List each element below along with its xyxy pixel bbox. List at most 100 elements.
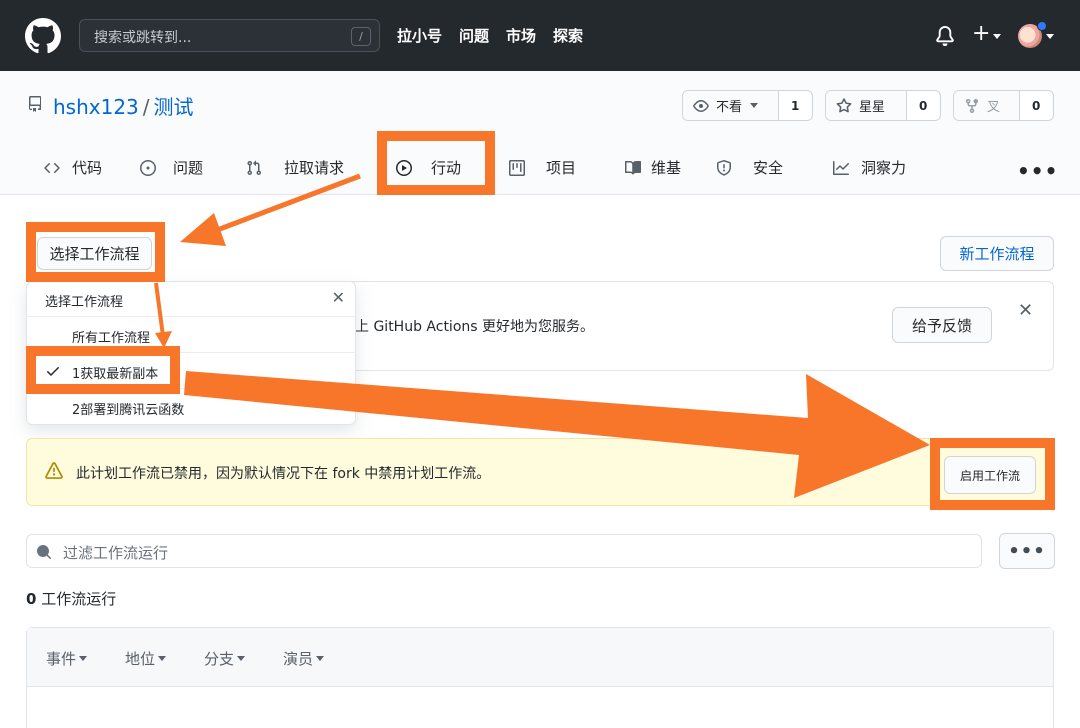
eye-icon	[693, 99, 709, 112]
chevron-down-icon	[993, 34, 1001, 39]
dropdown-title: 选择工作流程	[45, 295, 124, 310]
nav-explore[interactable]: 探索	[553, 25, 583, 46]
nav-pull-requests[interactable]: 拉小号	[397, 25, 442, 46]
tab-label: 项目	[546, 159, 577, 177]
workflow-runs-count: 0 工作流运行	[26, 588, 116, 609]
dropdown-item-label: 2部署到腾讯云函数	[72, 403, 185, 418]
tab-security[interactable]: 安全	[716, 157, 783, 178]
tab-issues[interactable]: 问题	[140, 157, 203, 178]
fork-button-group: 叉 0	[953, 90, 1054, 121]
chevron-down-icon	[237, 656, 246, 661]
tab-label: 行动	[431, 159, 462, 177]
star-button-group: 星星 0	[825, 90, 941, 121]
global-header: 搜索或跳转到... / 拉小号 问题 市场 探索 +	[0, 0, 1080, 71]
check-icon	[47, 367, 59, 376]
code-icon	[44, 162, 60, 173]
close-icon[interactable]: ✕	[1018, 300, 1033, 321]
nav-marketplace[interactable]: 市场	[506, 25, 536, 46]
tab-code[interactable]: 代码	[44, 157, 102, 178]
close-icon[interactable]: ✕	[332, 288, 345, 307]
nav-issues[interactable]: 问题	[459, 25, 489, 46]
give-feedback-button[interactable]: 给予反馈	[892, 307, 992, 343]
fork-button[interactable]: 叉	[954, 91, 1020, 120]
play-icon	[396, 159, 412, 176]
tab-label: 拉取请求	[284, 159, 345, 177]
chevron-down-icon	[316, 656, 325, 661]
tab-pull-requests[interactable]: 拉取请求	[246, 157, 344, 178]
workflow-dropdown-menu: 选择工作流程 ✕ 所有工作流程 1获取最新副本 2部署到腾讯云函数	[26, 281, 356, 425]
project-icon	[509, 159, 525, 176]
watch-button-group: 不看 1	[682, 90, 813, 121]
alert-icon	[45, 462, 63, 479]
filter-options-button[interactable]: •••	[999, 533, 1055, 569]
workflow-select-button[interactable]: 选择工作流程	[37, 237, 152, 270]
new-workflow-button[interactable]: 新工作流程	[940, 236, 1054, 271]
workflow-runs-table: 事件 地位 分支 演员	[26, 627, 1054, 728]
filter-event[interactable]: 事件	[46, 648, 88, 669]
dropdown-item-all-workflows[interactable]: 所有工作流程	[27, 317, 355, 353]
repo-icon	[29, 96, 41, 112]
dropdown-item-label: 所有工作流程	[72, 331, 151, 346]
watch-label: 不看	[716, 100, 743, 115]
status-dot	[1037, 21, 1047, 31]
tab-projects[interactable]: 项目	[509, 157, 576, 178]
fork-icon	[966, 98, 978, 113]
filter-branch[interactable]: 分支	[204, 648, 246, 669]
github-logo-icon[interactable]	[25, 18, 61, 54]
chevron-down-icon	[158, 656, 167, 661]
filter-label: 事件	[46, 650, 77, 668]
fork-count[interactable]: 0	[1020, 91, 1053, 120]
more-tabs-button[interactable]: •••	[1017, 159, 1058, 183]
filter-status[interactable]: 地位	[125, 648, 167, 669]
dropdown-item-workflow-2[interactable]: 2部署到腾讯云函数	[27, 389, 355, 425]
watch-button[interactable]: 不看	[683, 91, 779, 120]
chevron-down-icon	[750, 103, 759, 108]
filter-placeholder: 过滤工作流运行	[63, 544, 169, 562]
feedback-text: 上 GitHub Actions 更好地为您服务。	[355, 319, 595, 335]
repo-header: hshx123/测试 不看 1 星星 0 叉 0 代码 问题 拉取请求 行动 项…	[0, 71, 1080, 195]
warning-text: 此计划工作流已禁用，因为默认情况下在 fork 中禁用计划工作流。	[76, 466, 491, 482]
star-label: 星星	[859, 100, 886, 115]
book-icon	[625, 160, 641, 174]
repo-separator: /	[142, 95, 150, 119]
star-icon	[836, 97, 852, 112]
repo-title: hshx123/测试	[53, 91, 194, 120]
tab-label: 安全	[753, 159, 784, 177]
tab-insights[interactable]: 洞察力	[833, 157, 906, 178]
repo-name-link[interactable]: 测试	[154, 95, 194, 119]
watch-count[interactable]: 1	[779, 91, 812, 120]
star-count[interactable]: 0	[907, 91, 940, 120]
filter-label: 演员	[283, 650, 314, 668]
dropdown-item-workflow-1[interactable]: 1获取最新副本	[27, 353, 355, 389]
search-shortcut-key: /	[351, 27, 371, 46]
tab-label: 维基	[651, 159, 682, 177]
tab-label: 代码	[72, 159, 103, 177]
runs-count-label: 工作流运行	[41, 590, 117, 608]
fork-label: 叉	[987, 100, 1001, 115]
tab-label: 问题	[173, 159, 204, 177]
chevron-down-icon	[79, 656, 88, 661]
search-icon	[37, 545, 52, 560]
repo-owner-link[interactable]: hshx123	[53, 95, 139, 119]
enable-workflow-button[interactable]: 启用工作流	[944, 456, 1036, 494]
tab-wiki[interactable]: 维基	[625, 157, 681, 178]
bell-icon[interactable]	[935, 26, 955, 46]
filter-label: 分支	[204, 650, 235, 668]
runs-count-value: 0	[26, 590, 37, 608]
repo-tabs: 代码 问题 拉取请求 行动 项目 维基 安全 洞察力	[0, 147, 1080, 195]
graph-icon	[833, 160, 849, 175]
issue-icon	[140, 159, 156, 176]
pull-request-icon	[247, 160, 262, 175]
runs-table-header: 事件 地位 分支 演员	[27, 628, 1053, 687]
create-new-button[interactable]: +	[972, 22, 990, 46]
filter-runs-input[interactable]: 过滤工作流运行	[26, 534, 982, 568]
global-nav: 拉小号 问题 市场 探索	[397, 25, 583, 46]
shield-icon	[717, 159, 731, 176]
search-input[interactable]: 搜索或跳转到... /	[79, 19, 380, 52]
star-button[interactable]: 星星	[826, 91, 907, 120]
filter-label: 地位	[125, 650, 156, 668]
tab-label: 洞察力	[861, 159, 907, 177]
tab-actions[interactable]: 行动	[396, 157, 461, 178]
search-placeholder: 搜索或跳转到...	[94, 30, 192, 46]
filter-actor[interactable]: 演员	[283, 648, 325, 669]
